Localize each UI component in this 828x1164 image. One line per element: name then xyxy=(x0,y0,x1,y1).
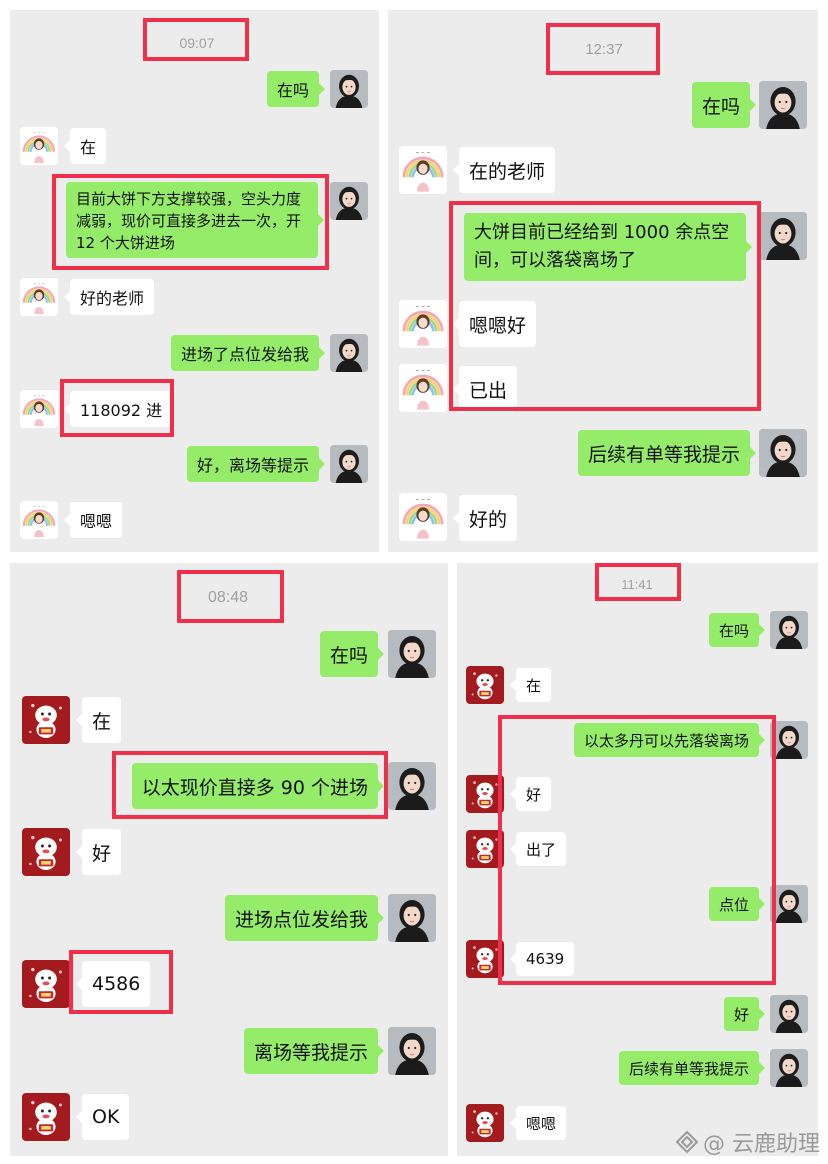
message-bubble-sent[interactable]: 大饼目前已经给到 1000 余点空间，可以落袋离场了 xyxy=(464,213,752,281)
timestamp: 08:48 xyxy=(207,589,249,606)
message-bubble-received[interactable]: 嗯嗯 xyxy=(63,502,123,538)
message-bubble-received[interactable]: 4639 xyxy=(509,942,575,976)
message-bubble-sent[interactable]: 以太多丹可以先落袋离场 xyxy=(573,723,766,757)
user-avatar[interactable] xyxy=(388,762,436,810)
user-avatar[interactable] xyxy=(388,630,436,678)
message-bubble-sent[interactable]: 在吗 xyxy=(319,631,385,677)
contact-avatar[interactable] xyxy=(399,300,447,348)
contact-avatar[interactable] xyxy=(466,666,504,704)
message-bubble-received[interactable]: 嗯嗯好 xyxy=(452,301,537,347)
message-bubble-sent[interactable]: 以太现价直接多 90 个进场 xyxy=(131,763,385,809)
message-bubble-sent[interactable]: 好，离场等提示 xyxy=(186,446,326,482)
user-avatar[interactable] xyxy=(330,334,368,372)
watermark: @ 云鹿助理 xyxy=(675,1126,820,1158)
chat-panel-2: 12:37 在吗 在的老师 大饼目前已经给到 1000 余点空间，可以落袋离场了… xyxy=(388,10,818,552)
contact-avatar[interactable] xyxy=(22,960,70,1008)
message-bubble-sent[interactable]: 目前大饼下方支撑较强，空头力度减弱，现价可直接多进去一次，开 12 个大饼进场 xyxy=(66,182,324,258)
message-bubble-received[interactable]: 好 xyxy=(75,829,122,875)
message-bubble-sent[interactable]: 后续有单等我提示 xyxy=(577,430,757,476)
message-bubble-sent[interactable]: 在吗 xyxy=(266,71,326,107)
message-bubble-received[interactable]: 好的 xyxy=(452,495,518,541)
user-avatar[interactable] xyxy=(330,70,368,108)
message-bubble-received[interactable]: 118092 进 xyxy=(63,391,173,427)
user-avatar[interactable] xyxy=(770,721,808,759)
contact-avatar[interactable] xyxy=(20,278,58,316)
contact-avatar[interactable] xyxy=(466,1104,504,1142)
message-bubble-received[interactable]: 在的老师 xyxy=(452,147,556,193)
chat-panel-1: 09:07 在吗 在 目前大饼下方支撑较强，空头力度减弱，现价可直接多进去一次，… xyxy=(10,10,379,552)
user-avatar[interactable] xyxy=(770,885,808,923)
message-bubble-received[interactable]: OK xyxy=(75,1094,130,1140)
user-avatar[interactable] xyxy=(770,611,808,649)
message-bubble-received[interactable]: 在 xyxy=(75,697,122,743)
message-bubble-received[interactable]: 已出 xyxy=(452,366,518,412)
user-avatar[interactable] xyxy=(770,995,808,1033)
message-bubble-received[interactable]: 在 xyxy=(509,668,552,702)
message-bubble-sent[interactable]: 后续有单等我提示 xyxy=(618,1051,766,1085)
message-bubble-received[interactable]: 出了 xyxy=(509,832,567,866)
user-avatar[interactable] xyxy=(330,182,368,220)
contact-avatar[interactable] xyxy=(22,1093,70,1141)
user-avatar[interactable] xyxy=(388,894,436,942)
chat-panel-4: 11:41 在吗 在 以太多丹可以先落袋离场 好 出了 点位 4639 好 后续… xyxy=(457,563,818,1156)
contact-avatar[interactable] xyxy=(466,775,504,813)
contact-avatar[interactable] xyxy=(466,940,504,978)
user-avatar[interactable] xyxy=(759,212,807,260)
contact-avatar[interactable] xyxy=(399,493,447,541)
message-bubble-sent[interactable]: 进场了点位发给我 xyxy=(170,335,326,371)
message-bubble-sent[interactable]: 离场等我提示 xyxy=(243,1028,385,1074)
contact-avatar[interactable] xyxy=(466,830,504,868)
contact-avatar[interactable] xyxy=(22,828,70,876)
contact-avatar[interactable] xyxy=(399,146,447,194)
contact-avatar[interactable] xyxy=(20,390,58,428)
message-bubble-sent[interactable]: 进场点位发给我 xyxy=(224,895,385,941)
message-bubble-received[interactable]: 在 xyxy=(63,128,107,164)
message-bubble-received[interactable]: 嗯嗯 xyxy=(509,1106,567,1140)
message-bubble-sent[interactable]: 点位 xyxy=(708,887,766,921)
user-avatar[interactable] xyxy=(770,1049,808,1087)
contact-avatar[interactable] xyxy=(399,364,447,412)
diamond-logo-icon xyxy=(675,1130,699,1154)
watermark-text: @ 云鹿助理 xyxy=(703,1132,820,1157)
timestamp: 12:37 xyxy=(585,41,623,58)
user-avatar[interactable] xyxy=(388,1027,436,1075)
message-bubble-sent[interactable]: 在吗 xyxy=(691,82,757,128)
contact-avatar[interactable] xyxy=(22,696,70,744)
user-avatar[interactable] xyxy=(330,445,368,483)
timestamp: 09:07 xyxy=(179,35,215,51)
message-bubble-sent[interactable]: 在吗 xyxy=(708,613,766,647)
message-bubble-received[interactable]: 好的老师 xyxy=(63,279,155,315)
chat-panel-3: 08:48 在吗 在 以太现价直接多 90 个进场 好 进场点位发给我 4586… xyxy=(10,563,448,1156)
message-bubble-sent[interactable]: 好 xyxy=(723,997,766,1031)
message-bubble-received[interactable]: 4586 xyxy=(75,961,151,1007)
message-bubble-received[interactable]: 好 xyxy=(509,777,552,811)
contact-avatar[interactable] xyxy=(20,127,58,165)
timestamp: 11:41 xyxy=(621,577,653,592)
user-avatar[interactable] xyxy=(759,81,807,129)
user-avatar[interactable] xyxy=(759,429,807,477)
contact-avatar[interactable] xyxy=(20,501,58,539)
